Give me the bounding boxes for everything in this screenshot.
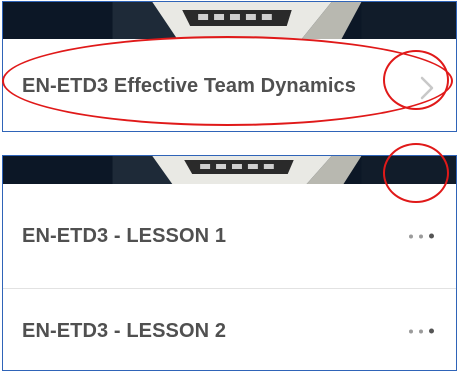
lesson-list-item[interactable]: EN-ETD3 - LESSON 2 [3,290,456,370]
more-dot [409,234,413,238]
lesson-panel: EN-ETD3 - LESSON 1 EN-ETD3 - LESSON 2 [2,155,457,371]
course-title: EN-ETD3 Effective Team Dynamics [22,75,356,97]
lesson-title: EN-ETD3 - LESSON 2 [22,319,227,342]
more-dot [419,234,423,238]
lesson-banner-image [3,156,456,184]
more-dot [409,329,413,333]
course-panel: EN-ETD3 Effective Team Dynamics [2,1,457,132]
more-horizontal-icon[interactable] [409,328,434,334]
chevron-right-icon [420,76,434,100]
course-list-item[interactable]: EN-ETD3 Effective Team Dynamics [3,39,456,131]
course-banner-image [3,2,456,39]
lesson-title: EN-ETD3 - LESSON 1 [22,224,227,247]
more-dot [429,328,434,334]
lesson-list-item[interactable]: EN-ETD3 - LESSON 1 [3,184,456,289]
more-horizontal-icon[interactable] [409,233,434,239]
more-dot [419,329,423,333]
more-dot [429,233,434,239]
